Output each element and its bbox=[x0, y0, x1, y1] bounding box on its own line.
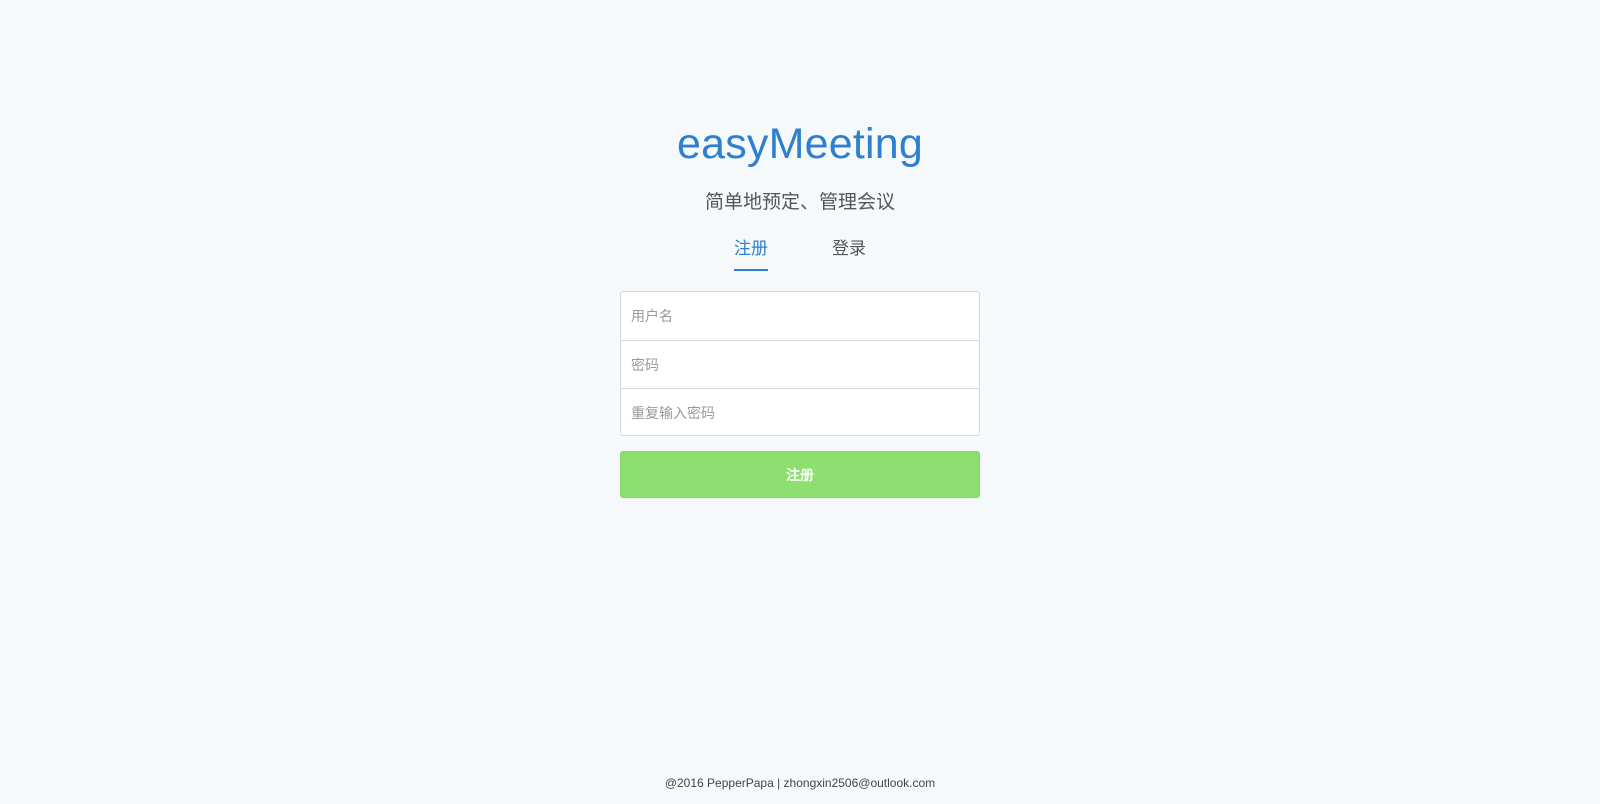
tab-register-label: 注册 bbox=[734, 239, 768, 258]
app-title: easyMeeting bbox=[676, 120, 923, 168]
tab-login-label: 登录 bbox=[832, 239, 866, 258]
tab-register[interactable]: 注册 bbox=[734, 236, 768, 271]
auth-tabs: 注册 登录 bbox=[620, 236, 980, 272]
footer-copyright: @2016 PepperPapa | zhongxin2506@outlook.… bbox=[664, 776, 936, 790]
tab-login[interactable]: 登录 bbox=[831, 236, 867, 262]
app-subtitle: 简单地预定、管理会议 bbox=[704, 192, 895, 213]
password-input[interactable] bbox=[621, 340, 979, 388]
register-form bbox=[620, 291, 980, 436]
repeat-password-input[interactable] bbox=[621, 388, 979, 436]
register-button[interactable]: 注册 bbox=[620, 451, 980, 498]
username-input[interactable] bbox=[621, 292, 979, 340]
active-tab-indicator bbox=[734, 269, 768, 271]
